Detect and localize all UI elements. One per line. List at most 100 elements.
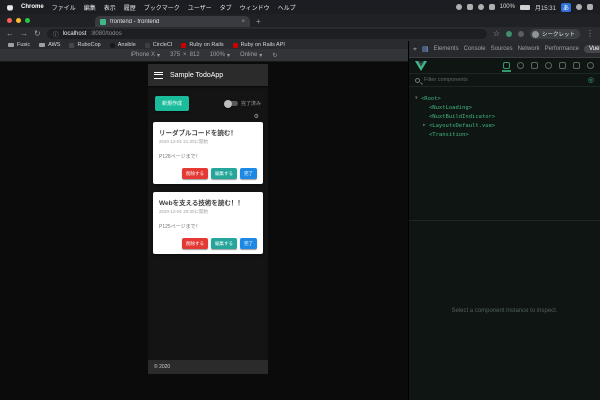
vue-logo-icon <box>415 60 427 71</box>
edit-button[interactable]: 編集する <box>211 238 237 249</box>
url-path: :8080/todos <box>90 31 122 37</box>
menubar-app-name[interactable]: Chrome <box>21 4 44 10</box>
gear-icon[interactable]: ⚙ <box>254 114 259 120</box>
bookmark-fusic[interactable]: Fusic <box>8 42 30 48</box>
todo-card: Webを支える技術を読む！！ 2020-12-01 20:30に開始 P125ペ… <box>153 192 263 254</box>
bookmark-rails[interactable]: Ruby on Rails <box>181 42 224 48</box>
browser-tab[interactable]: frontend - frontend × <box>95 16 250 27</box>
menu-file[interactable]: ファイル <box>52 3 76 12</box>
menu-tabs[interactable]: タブ <box>220 3 232 12</box>
window-minimize-button[interactable] <box>16 18 21 23</box>
tree-node-transition[interactable]: <Transition> <box>415 130 600 139</box>
bookmark-ansible[interactable]: Ansible <box>109 42 136 48</box>
bookmark-rails-api[interactable]: Ruby on Rails API <box>232 42 285 48</box>
menu-history[interactable]: 履歴 <box>124 3 136 12</box>
routing-tab-icon[interactable] <box>545 62 552 69</box>
chevron-down-icon: ▾ <box>226 52 230 59</box>
settings-tab-icon[interactable] <box>573 62 580 69</box>
extension-icon[interactable] <box>517 31 524 37</box>
tab-vue[interactable]: Vue <box>584 45 600 53</box>
edit-button[interactable]: 編集する <box>211 168 237 179</box>
hamburger-menu-icon[interactable] <box>154 71 163 79</box>
window-close-button[interactable] <box>7 18 12 23</box>
tab-title: frontend - frontend <box>110 18 160 25</box>
performance-tab-icon[interactable] <box>559 62 566 69</box>
delete-button[interactable]: 削除する <box>182 238 208 249</box>
tree-node-root[interactable]: ▼ <Root> <box>415 94 600 103</box>
status-icon[interactable] <box>455 4 462 10</box>
device-dimensions[interactable]: 375 × 812 <box>170 52 200 58</box>
profile-chip[interactable]: シークレット <box>529 29 580 39</box>
ime-badge[interactable]: あ <box>560 2 571 12</box>
toggle-switch[interactable] <box>223 99 238 108</box>
tab-elements[interactable]: Elements <box>434 46 459 52</box>
completed-toggle[interactable]: 完了済み <box>223 99 261 108</box>
bookmark-circleci[interactable]: CircleCI <box>144 42 172 48</box>
component-filter-input[interactable] <box>424 77 584 83</box>
site-icon <box>69 42 75 48</box>
bookmark-rubocop[interactable]: RuboCop <box>69 42 101 48</box>
menu-window[interactable]: ウィンドウ <box>240 3 270 12</box>
rotate-icon[interactable]: ↻ <box>272 52 277 59</box>
spotlight-icon[interactable] <box>576 4 582 10</box>
battery-percent: 100% <box>499 4 515 10</box>
tree-node-layoutsdefault[interactable]: ▶ <LayoutsDefault.vue> <box>415 121 600 130</box>
create-todo-button[interactable]: 新規作成 <box>155 96 190 111</box>
chrome-menu-icon[interactable]: ⋮ <box>586 30 594 38</box>
complete-button[interactable]: 完了 <box>240 168 257 179</box>
status-icon[interactable] <box>466 4 473 10</box>
new-tab-button[interactable]: + <box>256 17 261 27</box>
extension-icon[interactable] <box>505 31 512 37</box>
device-select[interactable]: iPhone X ▾ <box>131 52 160 59</box>
menu-users[interactable]: ユーザー <box>188 3 212 12</box>
bookmark-aws[interactable]: AWS <box>39 42 60 48</box>
app-footer: © 2020 <box>148 360 268 374</box>
app-body: 新規作成 完了済み ⚙ リーダブルコードを読む！ 2020-12-01 21:3… <box>148 86 268 360</box>
tab-close-icon[interactable]: × <box>241 19 245 25</box>
apple-icon[interactable] <box>7 5 13 11</box>
app-navbar: Sample TodoApp <box>148 64 268 86</box>
macos-menubar: Chrome ファイル 編集 表示 履歴 ブックマーク ユーザー タブ ウィンド… <box>0 0 600 14</box>
reload-icon[interactable]: ↻ <box>34 30 41 38</box>
refresh-icon[interactable] <box>587 62 594 69</box>
inspect-element-icon[interactable]: ⌖ <box>413 46 417 53</box>
tab-network[interactable]: Network <box>518 46 540 52</box>
device-toolbar-icon[interactable]: ▤ <box>422 46 429 53</box>
tree-node-nuxtloading[interactable]: <NuxtLoading> <box>415 103 600 112</box>
device-emulation-toolbar: iPhone X ▾ 375 × 812 100% ▾ Online ▾ ↻ <box>0 49 408 62</box>
site-info-icon[interactable]: ⓘ <box>53 30 59 39</box>
tab-performance[interactable]: Performance <box>545 46 579 52</box>
back-icon[interactable]: ← <box>6 30 14 38</box>
menu-help[interactable]: ヘルプ <box>278 3 296 12</box>
todo-started: 2020-12-01 20:30に開始 <box>159 209 209 214</box>
tree-node-nuxtbuildindicator[interactable]: <NuxtBuildIndicator> <box>415 112 600 121</box>
menu-edit[interactable]: 編集 <box>84 3 96 12</box>
menu-view[interactable]: 表示 <box>104 3 116 12</box>
control-center-icon[interactable] <box>587 4 593 10</box>
tab-sources[interactable]: Sources <box>491 46 513 52</box>
url-input[interactable]: ⓘ localhost :8080/todos <box>46 29 487 39</box>
zoom-select[interactable]: 100% ▾ <box>210 52 230 59</box>
todo-card: リーダブルコードを読む！ 2020-12-01 21:30に開始 P128ページ… <box>153 122 263 184</box>
folder-icon <box>8 43 14 47</box>
todo-title: Webを支える技術を読む！！ <box>159 200 244 207</box>
forward-icon[interactable]: → <box>20 30 28 38</box>
status-icon[interactable] <box>477 4 484 10</box>
complete-button[interactable]: 完了 <box>240 238 257 249</box>
tab-favicon <box>100 18 106 25</box>
devtools-tabbar: ⌖ ▤ Elements Console Sources Network Per… <box>409 41 600 58</box>
delete-button[interactable]: 削除する <box>182 168 208 179</box>
throttle-select[interactable]: Online ▾ <box>240 52 262 59</box>
chrome-toolbar: ← → ↻ ⓘ localhost :8080/todos ☆ シークレット ⋮ <box>0 27 600 41</box>
window-zoom-button[interactable] <box>25 18 30 23</box>
tab-console[interactable]: Console <box>464 46 486 52</box>
menubar-clock[interactable]: 月15:31 <box>535 3 556 12</box>
events-tab-icon[interactable] <box>531 62 538 69</box>
status-icon[interactable] <box>488 4 495 10</box>
bookmark-star-icon[interactable]: ☆ <box>493 30 500 38</box>
vuex-tab-icon[interactable] <box>517 62 524 69</box>
components-tab-icon[interactable] <box>502 62 511 72</box>
site-icon <box>144 42 150 48</box>
select-component-icon[interactable]: ◎ <box>588 77 594 84</box>
menu-bookmarks[interactable]: ブックマーク <box>144 3 180 12</box>
